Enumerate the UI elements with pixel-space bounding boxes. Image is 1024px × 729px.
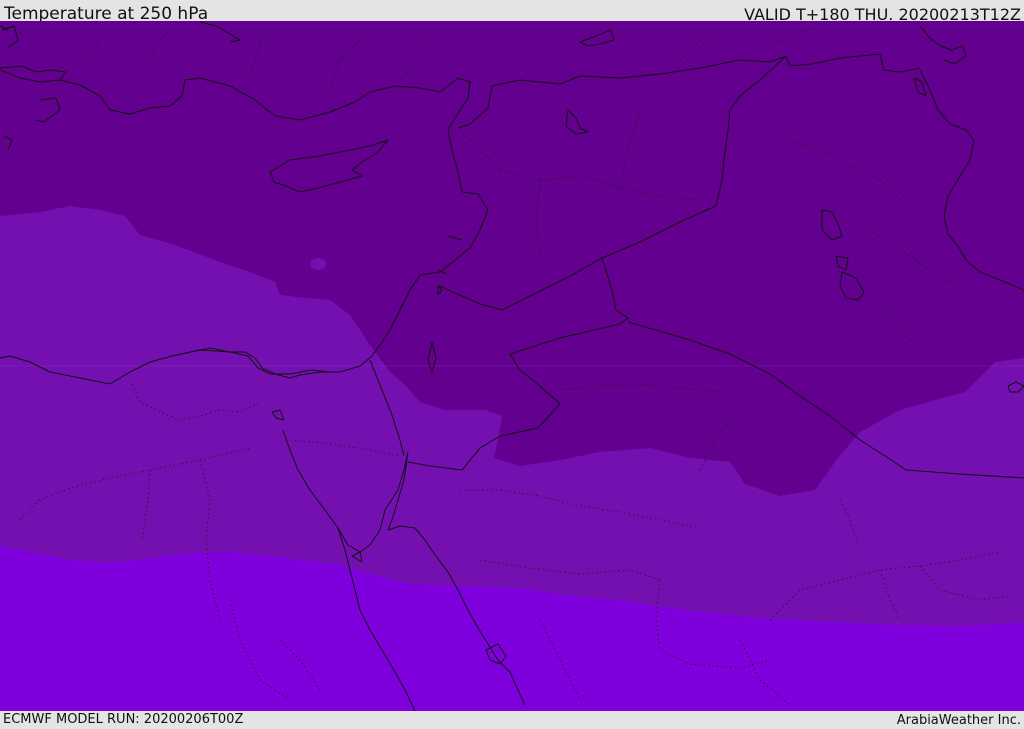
header-bar: Temperature at 250 hPa VALID T+180 THU. … — [0, 0, 1024, 24]
map-canvas — [0, 21, 1024, 711]
weather-map — [0, 21, 1024, 711]
credit-label: ArabiaWeather Inc. — [896, 713, 1021, 728]
model-run-label: ECMWF MODEL RUN: 20200206T00Z — [3, 712, 244, 727]
temperature-patch — [310, 258, 326, 270]
map-frame: Temperature at 250 hPa VALID T+180 THU. … — [0, 0, 1024, 729]
footer-bar: ECMWF MODEL RUN: 20200206T00Z ArabiaWeat… — [0, 711, 1024, 729]
